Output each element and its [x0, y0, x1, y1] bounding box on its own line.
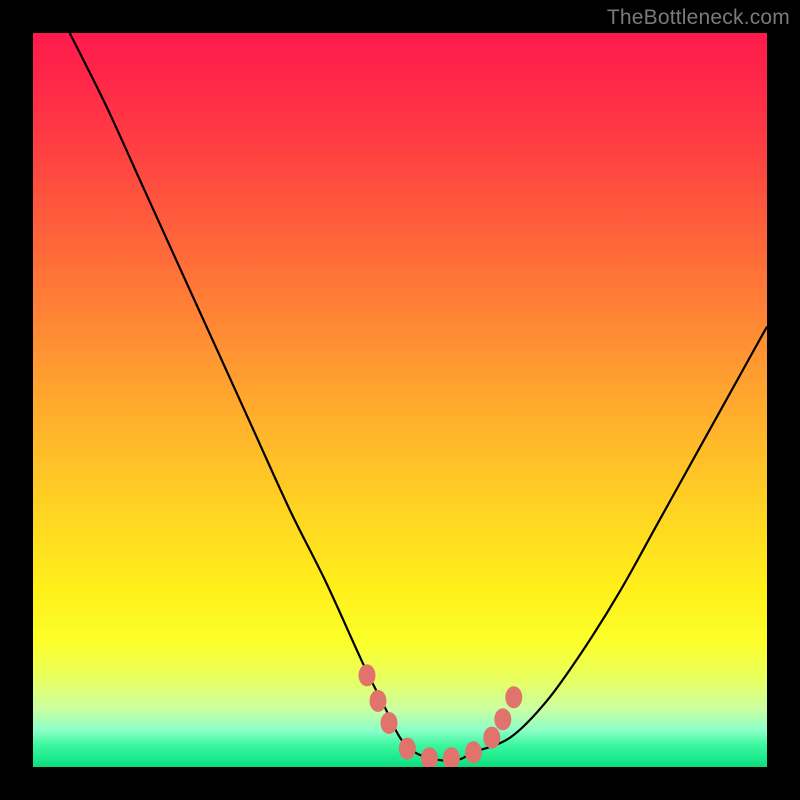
- marker-group: [359, 664, 523, 767]
- curve-marker: [359, 664, 376, 686]
- watermark-text: TheBottleneck.com: [607, 6, 790, 30]
- curve-marker: [483, 727, 500, 749]
- curve-marker: [465, 741, 482, 763]
- chart-frame: TheBottleneck.com: [0, 0, 800, 800]
- curve-marker: [381, 712, 398, 734]
- plot-area: [33, 33, 767, 767]
- curve-svg: [33, 33, 767, 767]
- curve-marker: [370, 690, 387, 712]
- curve-marker: [399, 738, 416, 760]
- curve-marker: [421, 747, 438, 767]
- curve-marker: [494, 708, 511, 730]
- bottleneck-curve: [70, 33, 767, 761]
- curve-marker: [505, 686, 522, 708]
- curve-marker: [443, 747, 460, 767]
